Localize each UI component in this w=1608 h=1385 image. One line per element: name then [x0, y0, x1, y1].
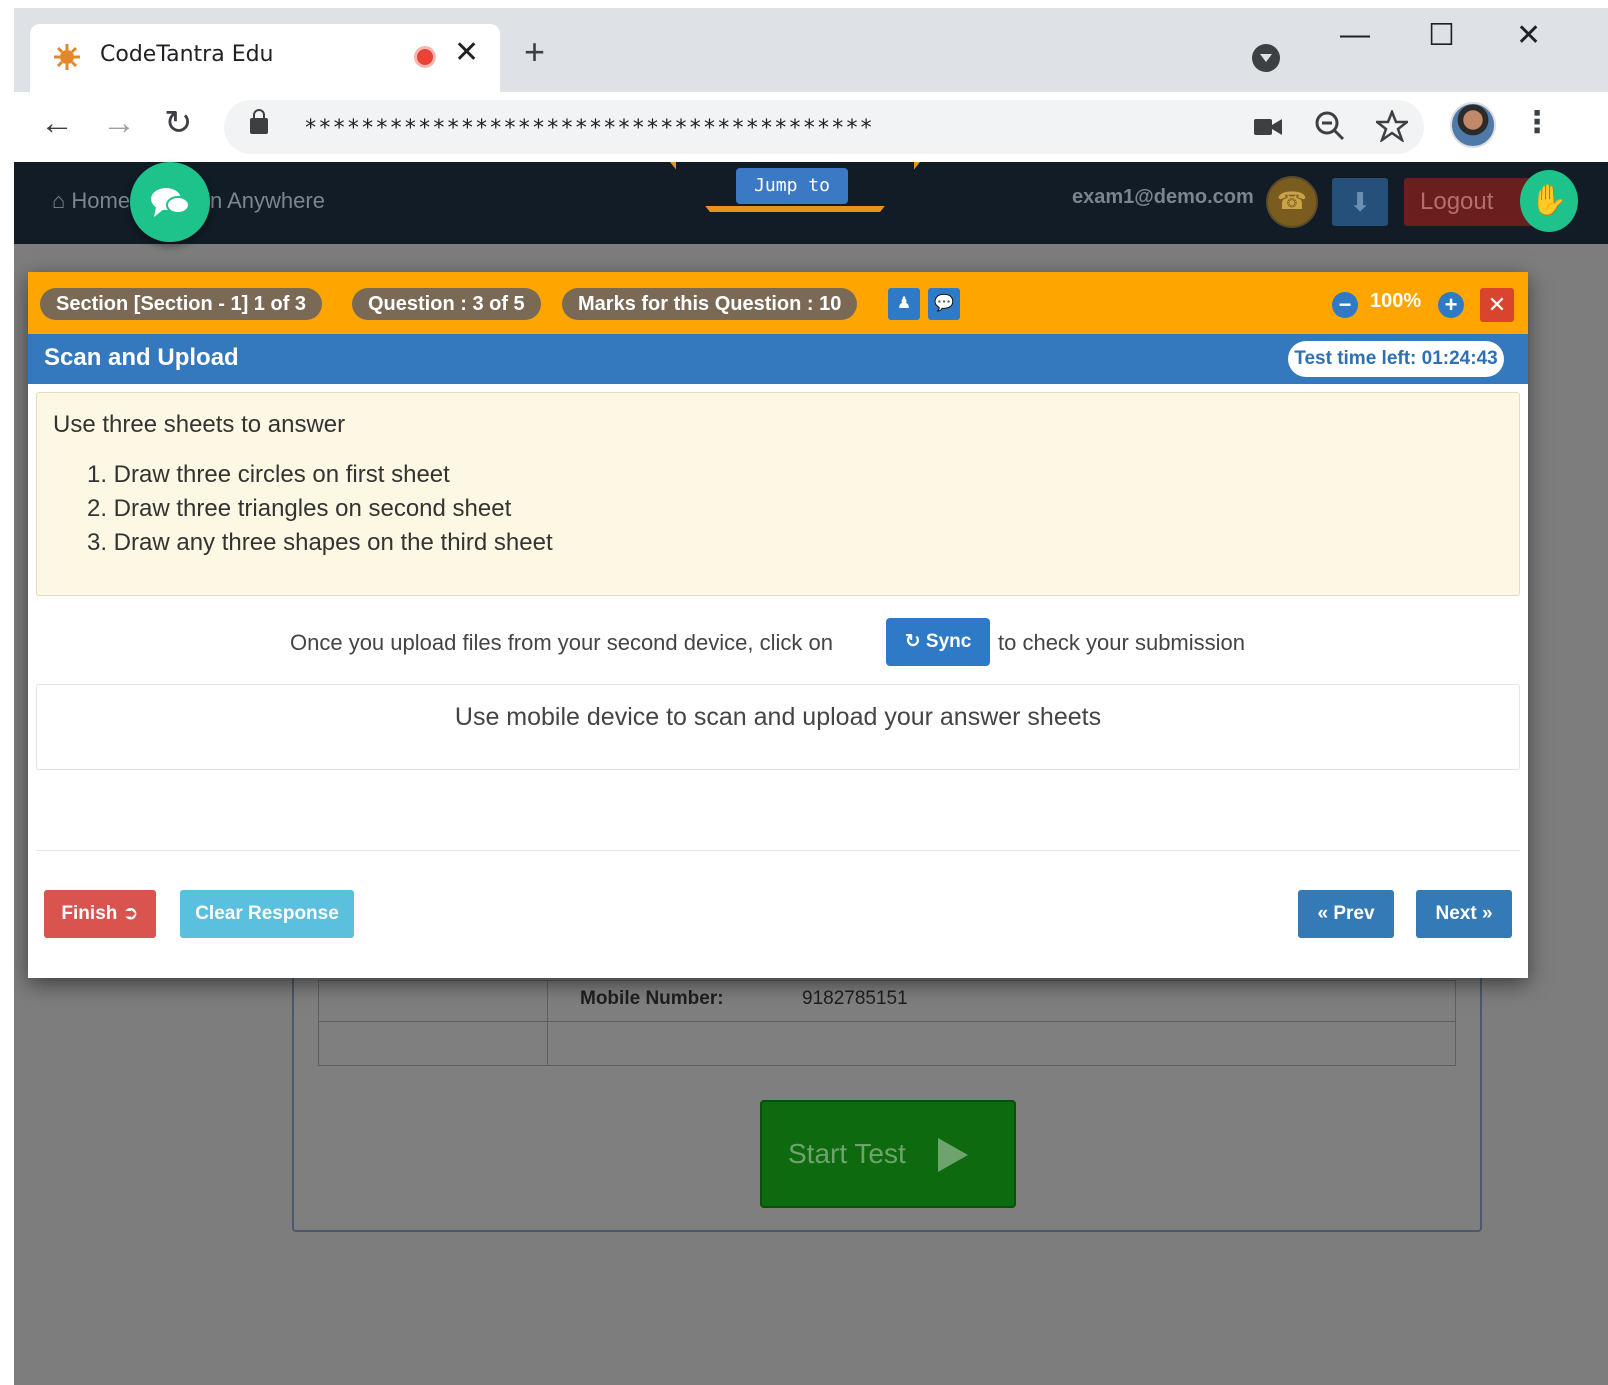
- sync-text-before: Once you upload files from your second d…: [290, 630, 833, 655]
- prompt-intro: Use three sheets to answer: [53, 411, 346, 438]
- more-vert-icon[interactable]: ⋮: [1522, 108, 1552, 138]
- new-tab-button[interactable]: +: [524, 34, 545, 70]
- zoom-out-icon[interactable]: [1314, 110, 1346, 142]
- tab-search-icon[interactable]: [1252, 44, 1280, 72]
- site-navbar: ⌂ Home n Anywhere Jump to exam1@demo.com…: [14, 162, 1608, 244]
- tab-close-button[interactable]: ✕: [454, 38, 479, 68]
- finish-label: Finish: [61, 903, 118, 924]
- raise-hand-icon[interactable]: ✋: [1520, 170, 1578, 232]
- maximize-button[interactable]: ☐: [1428, 18, 1455, 53]
- jump-to-button[interactable]: Jump to: [736, 168, 848, 204]
- forward-button[interactable]: →: [102, 106, 136, 140]
- scan-instruction: Use mobile device to scan and upload you…: [454, 703, 1102, 731]
- scan-upload-box: Use mobile device to scan and upload you…: [36, 684, 1520, 770]
- url-text[interactable]: ****************************************: [304, 116, 874, 141]
- home-link[interactable]: ⌂ Home: [52, 188, 130, 214]
- question-badge: Question : 3 of 5: [352, 288, 541, 320]
- sync-label: Sync: [925, 631, 972, 652]
- browser-toolbar: ← → ↻ **********************************…: [14, 92, 1608, 162]
- question-titlebar: Scan and Upload Test time left: 01:24:43: [28, 334, 1528, 384]
- comments-icon[interactable]: 💬: [928, 288, 960, 320]
- question-info-bar: Section [Section - 1] 1 of 3 Question : …: [28, 272, 1528, 334]
- question-title: Scan and Upload: [44, 344, 239, 371]
- section-badge: Section [Section - 1] 1 of 3: [40, 288, 323, 320]
- address-bar[interactable]: ****************************************: [224, 100, 1424, 154]
- finish-button[interactable]: Finish ➲: [44, 890, 156, 938]
- star-icon[interactable]: [1376, 110, 1408, 142]
- reload-button[interactable]: ↻: [164, 106, 193, 140]
- back-button[interactable]: ←: [40, 106, 74, 140]
- codetantra-favicon-icon: [54, 44, 80, 70]
- exam-page-background: ⌂ Home n Anywhere Jump to exam1@demo.com…: [14, 162, 1608, 1385]
- camera-icon[interactable]: [1254, 116, 1282, 138]
- tab-strip: CodeTantra Edu ✕ + — ☐ ✕: [14, 8, 1608, 92]
- clear-response-button[interactable]: Clear Response: [180, 890, 354, 938]
- sync-text-after: to check your submission: [998, 630, 1245, 655]
- mobile-number-label: Mobile Number:: [580, 988, 724, 1009]
- prompt-step: 3. Draw any three shapes on the third sh…: [87, 529, 553, 556]
- logout-button[interactable]: Logout: [1404, 178, 1534, 226]
- download-icon[interactable]: ⬇: [1332, 178, 1388, 226]
- footer-divider: [36, 850, 1520, 851]
- home-label: Home: [71, 188, 131, 213]
- next-button[interactable]: Next »: [1416, 890, 1512, 938]
- prompt-step: 2. Draw three triangles on second sheet: [87, 495, 512, 522]
- test-timer: Test time left: 01:24:43: [1288, 341, 1504, 377]
- zoom-plus-icon[interactable]: +: [1438, 292, 1464, 318]
- prompt-step: 1. Draw three circles on first sheet: [87, 461, 450, 488]
- sync-button[interactable]: ↻ Sync: [886, 618, 990, 666]
- user-email: exam1@demo.com: [1072, 186, 1254, 208]
- lock-icon: [250, 109, 268, 134]
- question-prompt: Use three sheets to answer 1. Draw three…: [36, 392, 1520, 596]
- sign-out-icon: ➲: [122, 903, 139, 924]
- minimize-button[interactable]: —: [1340, 18, 1370, 52]
- browser-window: CodeTantra Edu ✕ + — ☐ ✕ ← → ↻ *********…: [14, 8, 1608, 1385]
- recording-icon: [414, 46, 436, 68]
- phone-icon[interactable]: ☎: [1266, 176, 1318, 228]
- tab-title: CodeTantra Edu: [100, 42, 274, 67]
- close-window-button[interactable]: ✕: [1516, 18, 1541, 53]
- question-modal: Section [Section - 1] 1 of 3 Question : …: [28, 272, 1528, 978]
- chat-bubble-button[interactable]: [130, 162, 210, 242]
- user-icon[interactable]: ♟: [888, 288, 920, 320]
- anywhere-link[interactable]: n Anywhere: [210, 188, 325, 214]
- sync-instruction: Once you upload files from your second d…: [28, 618, 1528, 668]
- chat-icon: [151, 188, 190, 217]
- play-icon: [938, 1138, 968, 1172]
- mobile-number-value: 9182785151: [802, 988, 908, 1009]
- logout-label: Logout: [1420, 188, 1494, 215]
- marks-badge: Marks for this Question : 10: [562, 288, 858, 320]
- zoom-minus-icon[interactable]: −: [1332, 292, 1358, 318]
- browser-tab[interactable]: CodeTantra Edu ✕: [30, 24, 500, 92]
- start-test-label: Start Test: [788, 1138, 906, 1169]
- close-modal-button[interactable]: ✕: [1480, 288, 1514, 322]
- profile-avatar[interactable]: [1450, 102, 1496, 148]
- zoom-level: 100%: [1370, 290, 1422, 312]
- start-test-button[interactable]: Start Test: [760, 1100, 1016, 1208]
- prev-button[interactable]: « Prev: [1298, 890, 1394, 938]
